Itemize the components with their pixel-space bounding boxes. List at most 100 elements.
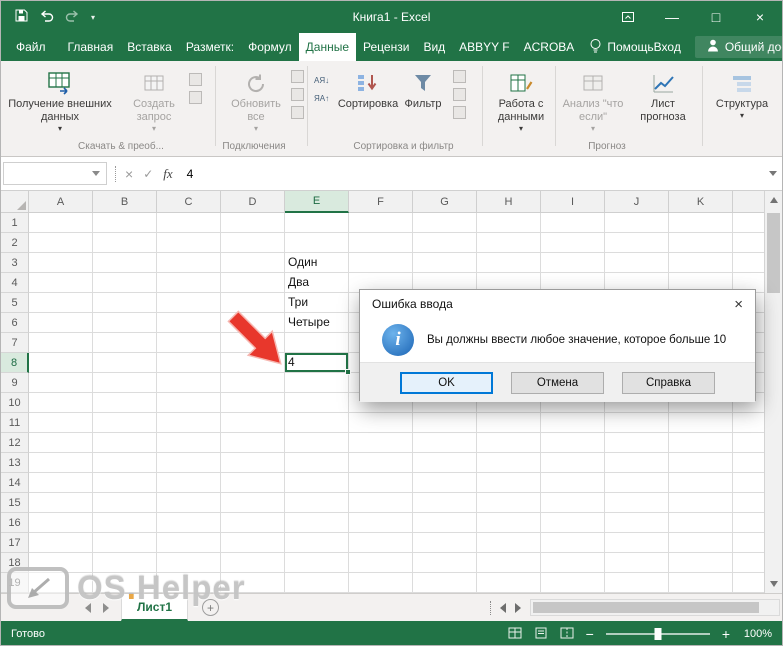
cell-C5[interactable]: [157, 293, 221, 313]
cell-C8[interactable]: [157, 353, 221, 373]
cell-K1[interactable]: [669, 213, 733, 233]
cell-C1[interactable]: [157, 213, 221, 233]
zoom-level[interactable]: 100%: [742, 628, 772, 640]
cell-C14[interactable]: [157, 473, 221, 493]
row-header-4[interactable]: 4: [1, 273, 29, 293]
tell-me-box[interactable]: Помощь: [589, 33, 653, 61]
cell-C9[interactable]: [157, 373, 221, 393]
properties-icon[interactable]: [291, 88, 304, 101]
cell-B11[interactable]: [93, 413, 157, 433]
clear-filter-icon[interactable]: [453, 70, 466, 83]
cell-J16[interactable]: [605, 513, 669, 533]
tab-acrobat[interactable]: ACROBA: [517, 33, 582, 61]
sort-button[interactable]: Сортировка: [339, 65, 397, 139]
cell-J14[interactable]: [605, 473, 669, 493]
cell-A4[interactable]: [29, 273, 93, 293]
cell-B1[interactable]: [93, 213, 157, 233]
tab-formulas[interactable]: Формул: [241, 33, 299, 61]
column-header-E[interactable]: E: [285, 191, 349, 213]
tab-splitter[interactable]: [490, 601, 491, 615]
cell-F3[interactable]: [349, 253, 413, 273]
cell-H19[interactable]: [477, 573, 541, 593]
cell-B12[interactable]: [93, 433, 157, 453]
row-header-6[interactable]: 6: [1, 313, 29, 333]
tab-data[interactable]: Данные: [299, 33, 356, 61]
cell-K12[interactable]: [669, 433, 733, 453]
minimize-button[interactable]: —: [650, 1, 694, 33]
column-header-C[interactable]: C: [157, 191, 221, 213]
sheet-nav-left-icon[interactable]: [85, 603, 91, 613]
cell-I12[interactable]: [541, 433, 605, 453]
cell-J11[interactable]: [605, 413, 669, 433]
cell-B14[interactable]: [93, 473, 157, 493]
cell-K16[interactable]: [669, 513, 733, 533]
cell-I13[interactable]: [541, 453, 605, 473]
cell-G16[interactable]: [413, 513, 477, 533]
cell-F19[interactable]: [349, 573, 413, 593]
cell-J15[interactable]: [605, 493, 669, 513]
cell-A17[interactable]: [29, 533, 93, 553]
cell-B16[interactable]: [93, 513, 157, 533]
cell-D18[interactable]: [221, 553, 285, 573]
row-header-19[interactable]: 19: [1, 573, 29, 593]
row-header-11[interactable]: 11: [1, 413, 29, 433]
cell-K2[interactable]: [669, 233, 733, 253]
cell-J13[interactable]: [605, 453, 669, 473]
cell-G1[interactable]: [413, 213, 477, 233]
cell-D6[interactable]: [221, 313, 285, 333]
sort-ascending-button[interactable]: АЯ↓: [314, 74, 329, 87]
cell-J1[interactable]: [605, 213, 669, 233]
sheet-nav-right-icon[interactable]: [103, 603, 109, 613]
formula-input[interactable]: 4: [187, 167, 194, 181]
cell-I14[interactable]: [541, 473, 605, 493]
cell-E8[interactable]: 4: [285, 353, 349, 373]
cell-J3[interactable]: [605, 253, 669, 273]
column-header-B[interactable]: B: [93, 191, 157, 213]
cell-D3[interactable]: [221, 253, 285, 273]
cell-B2[interactable]: [93, 233, 157, 253]
cell-F15[interactable]: [349, 493, 413, 513]
select-all-corner[interactable]: [1, 191, 29, 213]
cell-J18[interactable]: [605, 553, 669, 573]
cell-D4[interactable]: [221, 273, 285, 293]
row-header-16[interactable]: 16: [1, 513, 29, 533]
cell-B7[interactable]: [93, 333, 157, 353]
cell-C3[interactable]: [157, 253, 221, 273]
zoom-in-button[interactable]: +: [722, 627, 730, 641]
cell-C2[interactable]: [157, 233, 221, 253]
fill-handle[interactable]: [345, 369, 351, 375]
sort-descending-button[interactable]: ЯА↑: [314, 92, 329, 105]
connections-icon[interactable]: [291, 70, 304, 83]
formula-bar-splitter[interactable]: [115, 166, 121, 182]
recent-sources-icon[interactable]: [189, 91, 202, 104]
refresh-all-button[interactable]: Обновить все ▾: [223, 65, 289, 139]
cell-H1[interactable]: [477, 213, 541, 233]
cell-E9[interactable]: [285, 373, 349, 393]
cancel-entry-icon[interactable]: ×: [125, 166, 133, 182]
cell-G12[interactable]: [413, 433, 477, 453]
cell-C11[interactable]: [157, 413, 221, 433]
cell-A12[interactable]: [29, 433, 93, 453]
sheet-tab-list1[interactable]: Лист1: [121, 594, 188, 621]
cell-H15[interactable]: [477, 493, 541, 513]
cell-A8[interactable]: [29, 353, 93, 373]
outline-button[interactable]: Структура ▾: [710, 65, 774, 139]
cell-B4[interactable]: [93, 273, 157, 293]
zoom-slider[interactable]: [606, 633, 710, 635]
cell-I15[interactable]: [541, 493, 605, 513]
cell-C16[interactable]: [157, 513, 221, 533]
cell-K17[interactable]: [669, 533, 733, 553]
cell-C15[interactable]: [157, 493, 221, 513]
advanced-filter-icon[interactable]: [453, 106, 466, 119]
cell-G11[interactable]: [413, 413, 477, 433]
cell-C12[interactable]: [157, 433, 221, 453]
cell-K19[interactable]: [669, 573, 733, 593]
zoom-slider-thumb[interactable]: [654, 628, 661, 640]
name-box[interactable]: [3, 162, 107, 185]
cell-E11[interactable]: [285, 413, 349, 433]
cell-B18[interactable]: [93, 553, 157, 573]
forecast-sheet-button[interactable]: Лист прогноза: [629, 65, 697, 139]
row-header-3[interactable]: 3: [1, 253, 29, 273]
cell-E10[interactable]: [285, 393, 349, 413]
horizontal-scroll-thumb[interactable]: [533, 602, 759, 613]
